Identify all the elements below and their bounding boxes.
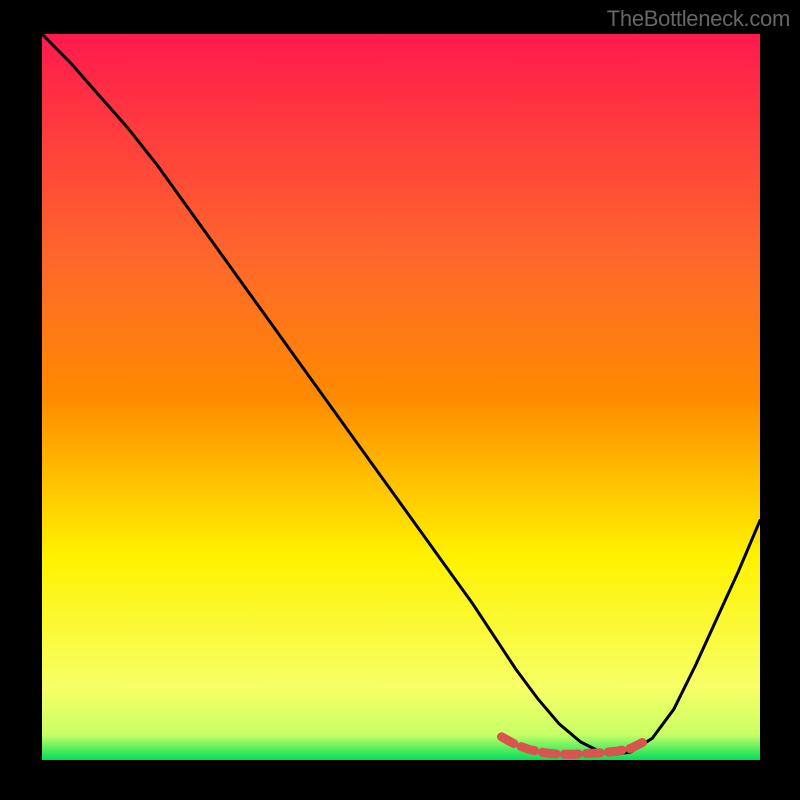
watermark-text: TheBottleneck.com bbox=[607, 6, 790, 32]
chart-svg bbox=[42, 34, 760, 760]
plot-area bbox=[42, 34, 760, 760]
gradient-background bbox=[42, 34, 760, 760]
chart-container: TheBottleneck.com bbox=[0, 0, 800, 800]
